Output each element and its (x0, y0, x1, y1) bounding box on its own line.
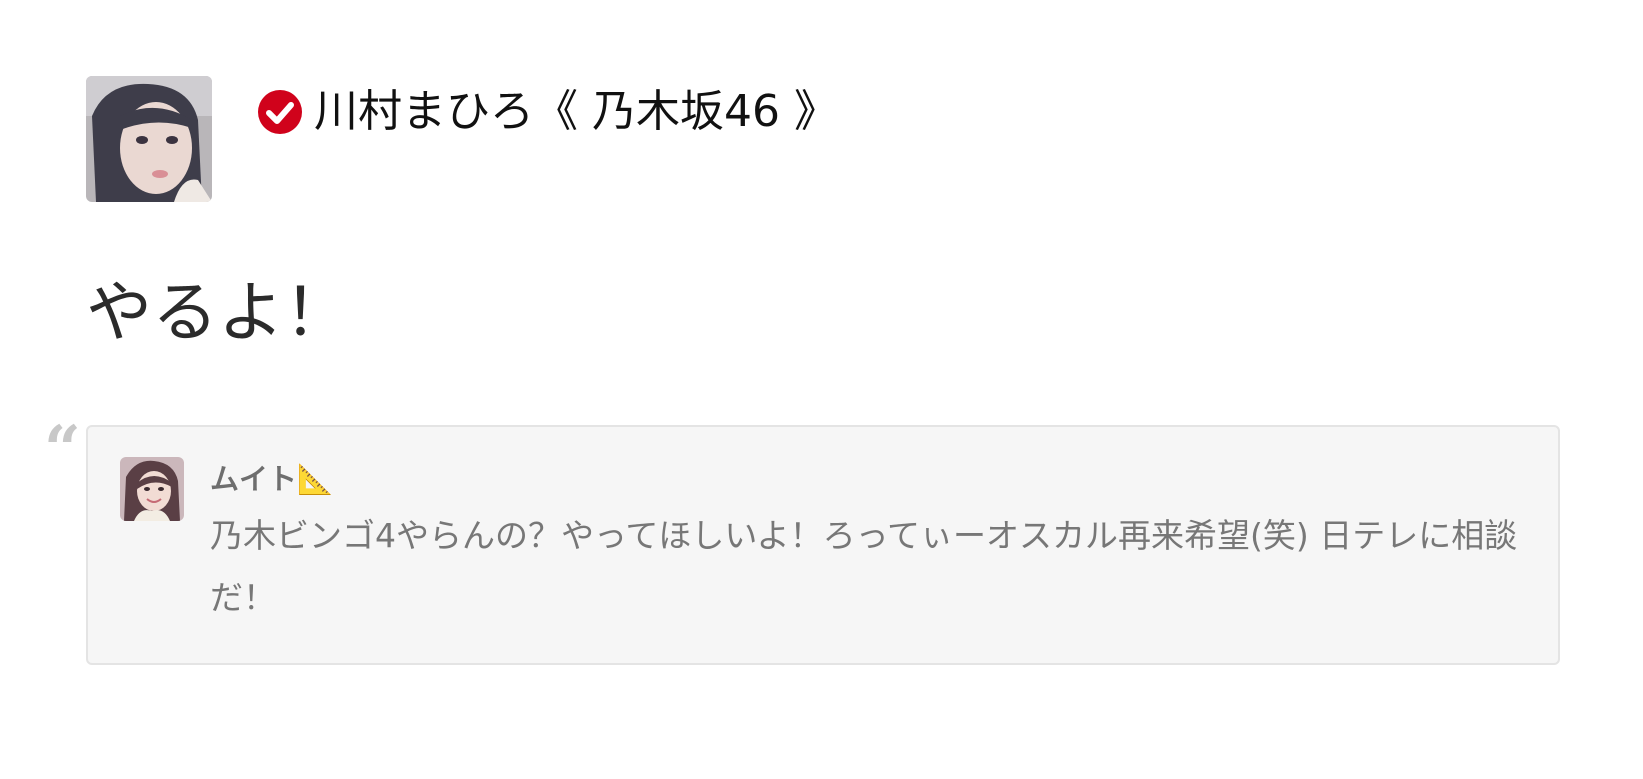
author-avatar[interactable] (86, 76, 212, 202)
quoted-post[interactable]: ムイト📐 乃木ビンゴ4やらんの？やってほしいよ！ろってぃーオスカル再来希望(笑)… (86, 425, 1560, 665)
author-name[interactable]: 川村まひろ《 乃木坂46 》 (314, 84, 838, 140)
quoted-author-avatar[interactable] (120, 457, 184, 521)
quoted-author-avatar-image (120, 457, 184, 521)
verified-check-icon (258, 90, 302, 134)
author-avatar-image (86, 76, 212, 202)
author-row: 川村まひろ《 乃木坂46 》 (258, 84, 838, 140)
quoted-text: 乃木ビンゴ4やらんの？やってほしいよ！ろってぃーオスカル再来希望(笑) 日テレに… (210, 516, 1518, 617)
quote-mark-icon: “ (44, 412, 81, 487)
quoted-author-name[interactable]: ムイト📐 (210, 461, 333, 497)
post-text: やるよ！ (86, 274, 350, 351)
